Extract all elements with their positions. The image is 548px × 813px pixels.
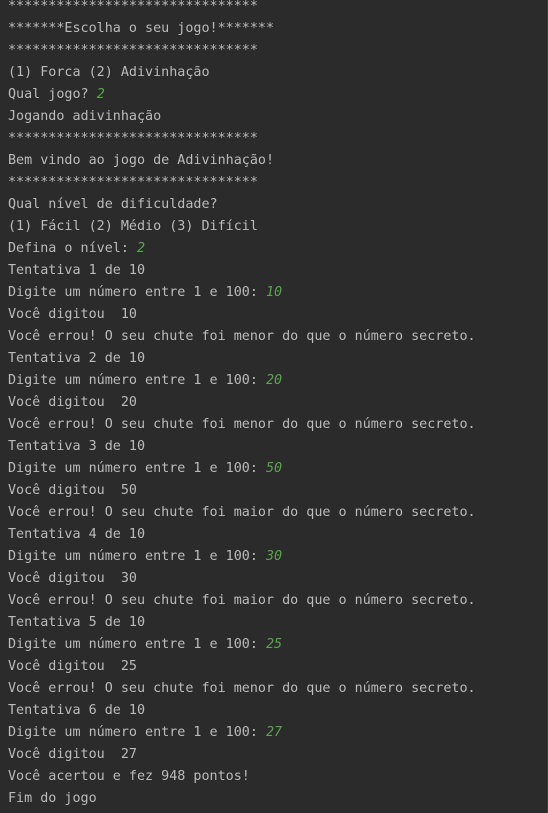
- console-line-text: *******************************: [8, 131, 258, 146]
- console-line-text: Tentativa 3 de 10: [8, 439, 146, 454]
- console-line: Você errou! O seu chute foi menor do que…: [8, 326, 547, 348]
- console-line-text: Você digitou 20: [8, 395, 137, 410]
- console-line-text: Digite um número entre 1 e 100:: [8, 637, 266, 652]
- user-input-value: 27: [265, 725, 283, 740]
- console-line-text: Digite um número entre 1 e 100:: [8, 373, 266, 388]
- console-line-text: Você digitou 25: [8, 659, 137, 674]
- console-line: Digite um número entre 1 e 100: 25: [8, 634, 547, 656]
- console-line: Você errou! O seu chute foi menor do que…: [8, 678, 547, 700]
- console-line-text: Qual jogo?: [8, 87, 97, 102]
- console-line: (1) Forca (2) Adivinhação: [8, 62, 547, 84]
- console-line: Você errou! O seu chute foi menor do que…: [8, 414, 547, 436]
- console-line: Você digitou 30: [8, 568, 547, 590]
- console-line-text: Fim do jogo: [8, 791, 97, 806]
- console-line-text: Você errou! O seu chute foi menor do que…: [8, 681, 476, 696]
- console-line-text: Defina o nível:: [8, 241, 137, 256]
- console-line: Você digitou 25: [8, 656, 547, 678]
- console-line: Tentativa 6 de 10: [8, 700, 547, 722]
- console-line: (1) Fácil (2) Médio (3) Difícil: [8, 216, 547, 238]
- console-line-text: Digite um número entre 1 e 100:: [8, 285, 266, 300]
- console-line-text: Tentativa 2 de 10: [8, 351, 146, 366]
- console-line: Bem vindo ao jogo de Adivinhação!: [8, 150, 547, 172]
- console-line-text: *******************************: [8, 0, 258, 14]
- console-line-text: Digite um número entre 1 e 100:: [8, 461, 266, 476]
- console-line-text: (1) Fácil (2) Médio (3) Difícil: [8, 219, 258, 234]
- console-line-text: Tentativa 4 de 10: [8, 527, 146, 542]
- console-line-text: Jogando adivinhação: [8, 109, 162, 124]
- console-line-text: Digite um número entre 1 e 100:: [8, 725, 266, 740]
- console-line: Você digitou 27: [8, 744, 547, 766]
- console-line: Qual nível de dificuldade?: [8, 194, 547, 216]
- console-line-text: Você digitou 27: [8, 747, 137, 762]
- console-line: Qual jogo? 2: [8, 84, 547, 106]
- console-line-text: Bem vindo ao jogo de Adivinhação!: [8, 153, 275, 168]
- console-line-text: Você errou! O seu chute foi maior do que…: [8, 505, 476, 520]
- user-input-value: 2: [137, 241, 146, 256]
- console-line: *******************************: [8, 0, 547, 18]
- console-line-text: Tentativa 1 de 10: [8, 263, 146, 278]
- user-input-value: 2: [96, 87, 105, 102]
- console-line: Fim do jogo: [8, 788, 547, 810]
- console-line: *******************************: [8, 172, 547, 194]
- console-line: *******************************: [8, 40, 547, 62]
- console-line-text: Qual nível de dificuldade?: [8, 197, 218, 212]
- console-line: Você digitou 10: [8, 304, 547, 326]
- console-line-text: Você digitou 30: [8, 571, 137, 586]
- user-input-value: 20: [265, 373, 283, 388]
- console-line: Você acertou e fez 948 pontos!: [8, 766, 547, 788]
- console-line-text: *******************************: [8, 43, 258, 58]
- console-line: Jogando adivinhação: [8, 106, 547, 128]
- console-line: Tentativa 4 de 10: [8, 524, 547, 546]
- console-line-text: *******************************: [8, 175, 258, 190]
- console-line: *******Escolha o seu jogo!*******: [8, 18, 547, 40]
- console-line: Digite um número entre 1 e 100: 30: [8, 546, 547, 568]
- console-line-text: *******Escolha o seu jogo!*******: [8, 21, 275, 36]
- user-input-value: 10: [265, 285, 283, 300]
- console-line-text: Tentativa 5 de 10: [8, 615, 146, 630]
- user-input-value: 25: [265, 637, 283, 652]
- console-line: Digite um número entre 1 e 100: 10: [8, 282, 547, 304]
- console-line: Tentativa 3 de 10: [8, 436, 547, 458]
- console-line-text: Você errou! O seu chute foi maior do que…: [8, 593, 476, 608]
- console-line: Você errou! O seu chute foi maior do que…: [8, 590, 547, 612]
- console-line-text: Você digitou 10: [8, 307, 137, 322]
- console-line: Digite um número entre 1 e 100: 20: [8, 370, 547, 392]
- console-line: Você errou! O seu chute foi maior do que…: [8, 502, 547, 524]
- console-line-text: Você acertou e fez 948 pontos!: [8, 769, 250, 784]
- user-input-value: 50: [265, 461, 283, 476]
- console-line-text: Você errou! O seu chute foi menor do que…: [8, 329, 476, 344]
- console-line: Você digitou 50: [8, 480, 547, 502]
- console-line-text: (1) Forca (2) Adivinhação: [8, 65, 210, 80]
- console-output[interactable]: ******************************* *******Es…: [0, 0, 548, 813]
- user-input-value: 30: [265, 549, 283, 564]
- console-line: Digite um número entre 1 e 100: 27: [8, 722, 547, 744]
- console-line-text: Tentativa 6 de 10: [8, 703, 146, 718]
- console-line: Você digitou 20: [8, 392, 547, 414]
- console-line-text: Você digitou 50: [8, 483, 137, 498]
- console-line: *******************************: [8, 128, 547, 150]
- console-line-text: Digite um número entre 1 e 100:: [8, 549, 266, 564]
- console-line: Tentativa 1 de 10: [8, 260, 547, 282]
- console-line: Defina o nível: 2: [8, 238, 547, 260]
- console-line-text: Você errou! O seu chute foi menor do que…: [8, 417, 476, 432]
- console-line: Tentativa 5 de 10: [8, 612, 547, 634]
- console-line: Digite um número entre 1 e 100: 50: [8, 458, 547, 480]
- console-line: Tentativa 2 de 10: [8, 348, 547, 370]
